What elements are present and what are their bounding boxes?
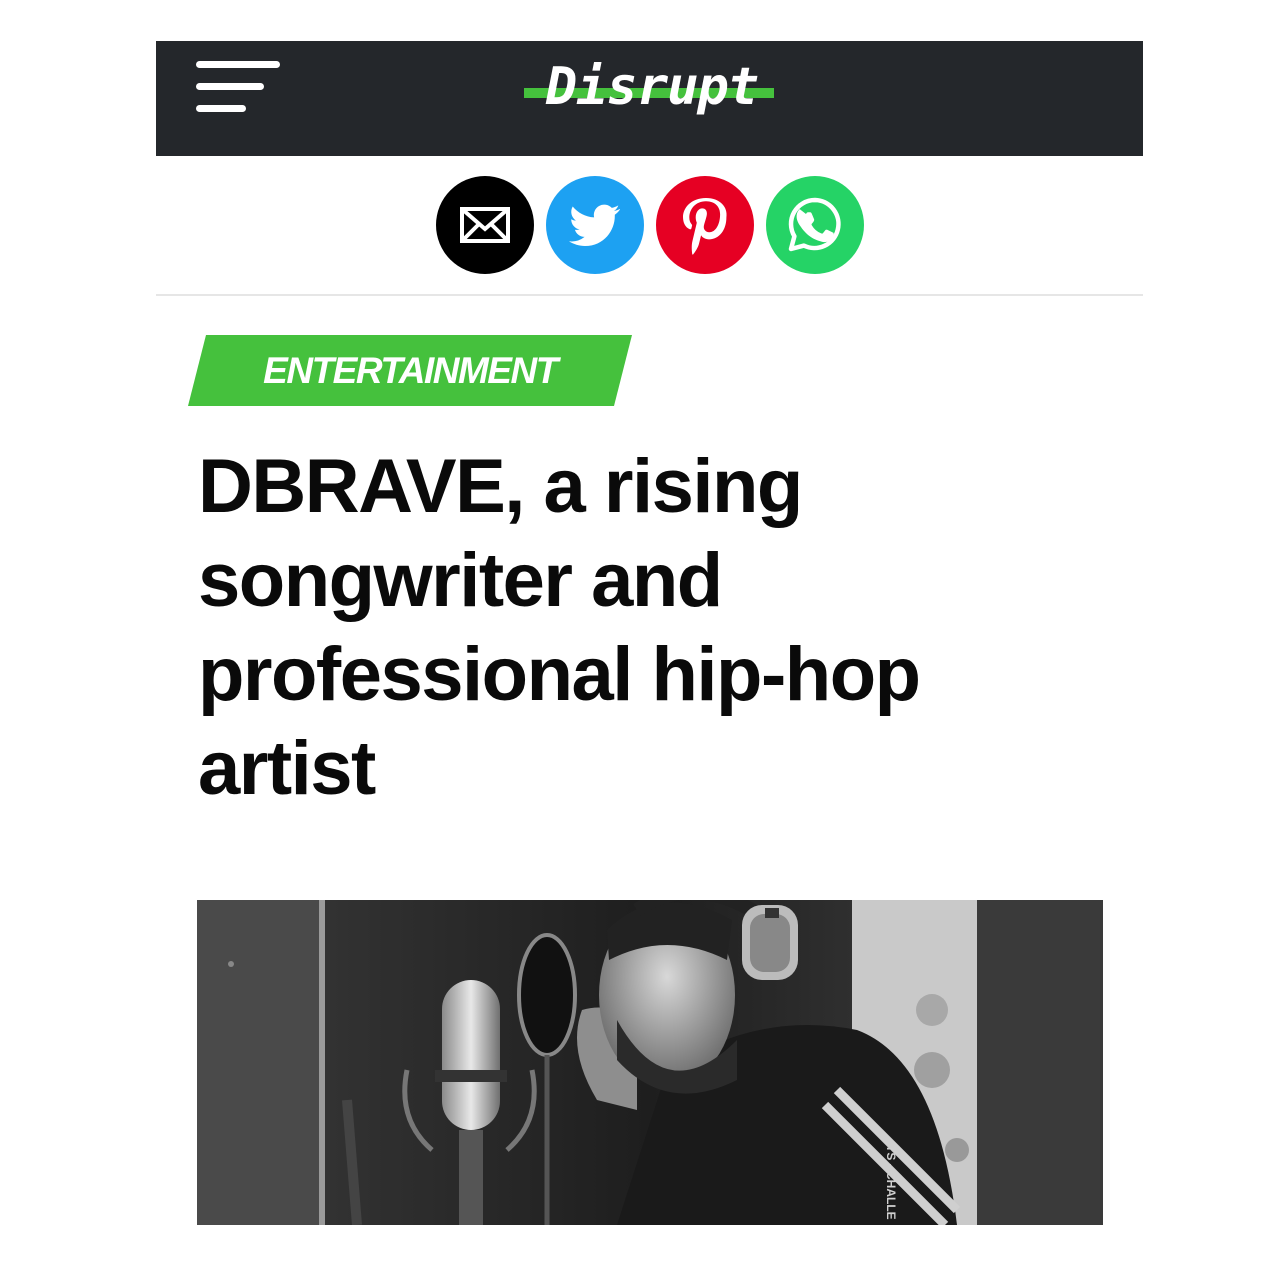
divider <box>156 294 1143 296</box>
category-badge[interactable]: ENTERTAINMENT <box>188 335 632 406</box>
pinterest-icon <box>683 198 727 255</box>
twitter-share-button[interactable] <box>546 176 644 274</box>
share-buttons <box>436 176 866 276</box>
category-label: ENTERTAINMENT <box>263 350 558 391</box>
whatsapp-icon <box>788 197 841 252</box>
site-logo[interactable]: Disrupt <box>512 45 792 135</box>
jacket-text: TS - CHALLE <box>884 1145 898 1220</box>
hamburger-menu-icon[interactable] <box>196 59 282 115</box>
hero-photo-illustration: TS - CHALLE <box>197 900 1103 1225</box>
hero-image: TS - CHALLE <box>197 900 1103 1225</box>
pinterest-share-button[interactable] <box>656 176 754 274</box>
email-share-button[interactable] <box>436 176 534 274</box>
logo-text: Disrupt <box>545 57 759 117</box>
twitter-icon <box>569 204 620 246</box>
article-headline: DBRAVE, a rising songwriter and professi… <box>198 444 921 811</box>
email-icon <box>460 207 510 243</box>
whatsapp-share-button[interactable] <box>766 176 864 274</box>
site-header: Disrupt <box>156 41 1143 156</box>
